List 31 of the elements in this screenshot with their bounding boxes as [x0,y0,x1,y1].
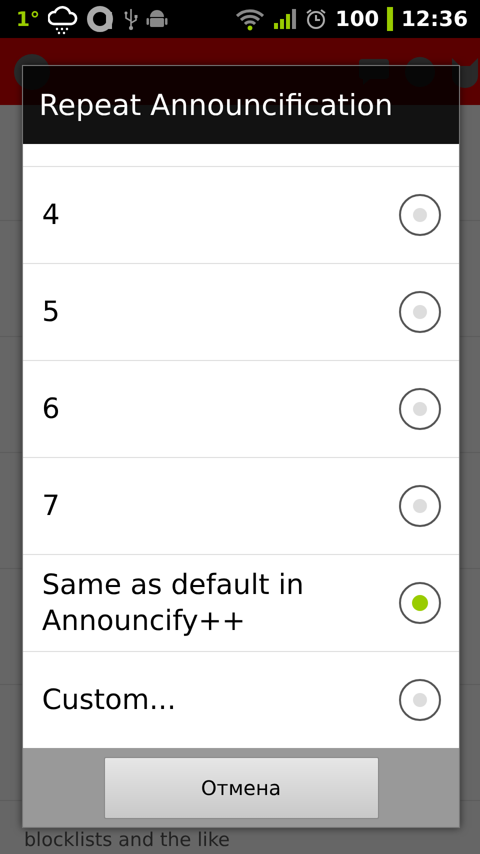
alarm-icon [305,8,328,30]
option-label: 7 [42,488,60,524]
option-row[interactable]: Custom... [23,652,459,748]
android-icon [146,8,168,30]
option-row[interactable]: 7 [23,458,459,555]
radio-button[interactable] [399,485,441,527]
radio-button[interactable] [399,291,441,333]
usb-icon [124,7,138,31]
option-label: Custom... [42,682,176,718]
clock-text: 12:36 [401,7,468,31]
radio-button[interactable] [399,388,441,430]
battery-percent-text: 100 [335,7,380,31]
radio-button[interactable] [399,582,441,624]
option-row[interactable]: Same as default in Announcify++ [23,555,459,652]
option-label: Same as default in Announcify++ [42,566,305,639]
signal-icon [273,8,298,30]
option-row[interactable]: 4 [23,167,459,264]
setting-description: blocklists and the like [24,829,231,851]
app-logo-icon [86,4,116,34]
temperature-text: 1° [16,7,40,31]
cancel-button[interactable]: Отмена [104,756,378,818]
option-label: 5 [42,294,60,330]
option-label: 4 [42,196,60,233]
option-row[interactable]: 6 [23,361,459,458]
option-label: 6 [42,390,60,427]
wifi-icon [235,7,266,31]
battery-icon [387,7,394,31]
radio-button[interactable] [399,679,441,721]
option-row[interactable]: 5 [23,264,459,361]
dialog-title: Repeat Announcification [39,88,393,122]
radio-button[interactable] [399,194,441,236]
